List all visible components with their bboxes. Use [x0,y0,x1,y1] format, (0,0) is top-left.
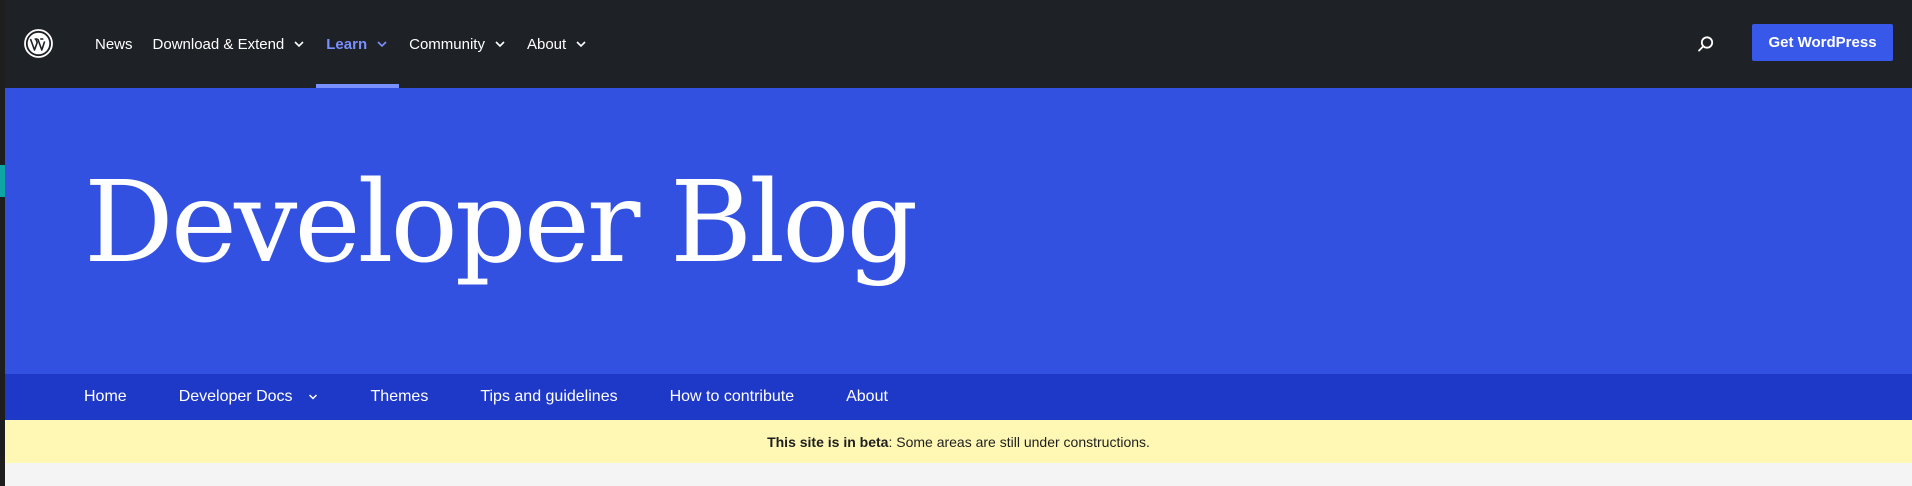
global-nav-item-news[interactable]: News [85,0,143,88]
wordpress-logo-icon[interactable] [24,29,53,58]
hero-banner: Developer Blog [5,88,1912,374]
global-nav-label: Community [409,35,485,53]
chevron-down-icon [576,41,586,48]
chevron-down-icon [294,41,304,48]
beta-notice-text: : Some areas are still under constructio… [888,433,1150,450]
local-nav-label: Themes [370,388,429,405]
local-nav-label: Tips and guidelines [480,388,618,405]
global-header: News Download & Extend Learn Community A… [5,0,1912,88]
global-nav-item-download-extend[interactable]: Download & Extend [143,0,317,88]
global-nav: News Download & Extend Learn Community A… [85,0,598,88]
local-nav: Home Developer Docs Themes Tips and guid… [5,374,1912,420]
local-nav-label: How to contribute [669,388,795,405]
local-nav-label: Home [84,388,127,405]
local-nav-item-about[interactable]: About [846,388,888,406]
chevron-down-icon [377,41,387,48]
content-area [5,463,1912,486]
global-nav-item-learn[interactable]: Learn [316,0,400,88]
chevron-down-icon [308,394,317,400]
local-nav-label: Developer Docs [178,388,293,405]
global-nav-item-about[interactable]: About [517,0,598,88]
chevron-down-icon [495,41,505,48]
local-nav-item-themes[interactable]: Themes [371,388,429,406]
get-wordpress-button[interactable]: Get WordPress [1752,24,1893,61]
search-icon [1698,36,1714,52]
local-nav-item-tips-and-guidelines[interactable]: Tips and guidelines [480,388,617,406]
page-title: Developer Blog [84,158,918,288]
local-nav-item-how-to-contribute[interactable]: How to contribute [670,388,795,406]
global-nav-label: News [95,35,133,53]
global-nav-label: About [526,35,567,53]
local-nav-item-developer-docs[interactable]: Developer Docs [179,388,319,406]
beta-notice-banner: This site is in beta: Some areas are sti… [5,420,1912,463]
page: News Download & Extend Learn Community A… [5,0,1912,486]
global-nav-label: Download & Extend [152,35,285,53]
beta-notice-bold: This site is in beta [767,433,889,450]
global-nav-label: Learn [326,35,368,53]
search-button[interactable] [1693,31,1719,57]
local-nav-item-home[interactable]: Home [84,388,127,406]
global-nav-item-community[interactable]: Community [399,0,517,88]
local-nav-label: About [846,388,888,405]
